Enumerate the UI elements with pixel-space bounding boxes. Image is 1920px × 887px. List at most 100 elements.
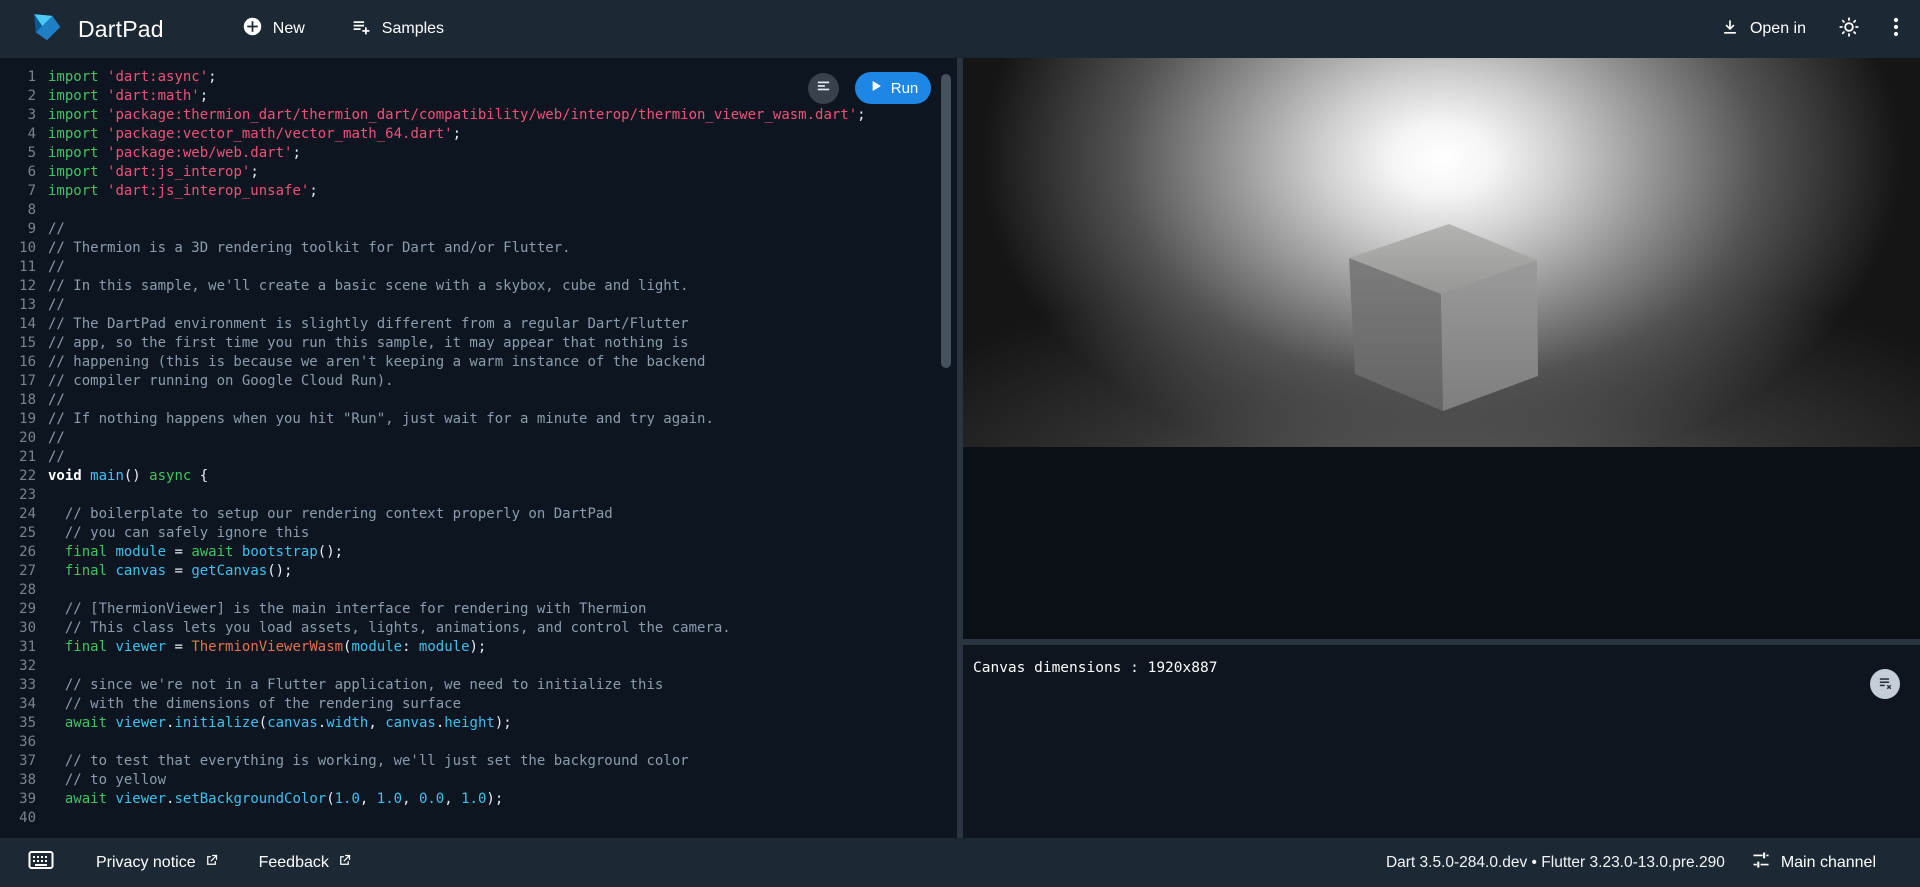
code-editor[interactable]: 1import 'dart:async';2import 'dart:math'… — [0, 58, 957, 838]
code-line: 30 // This class lets you load assets, l… — [0, 619, 957, 638]
code-token: = — [166, 639, 191, 655]
line-number: 38 — [0, 771, 36, 790]
code-token: final — [65, 639, 107, 655]
code-token: 1.0 — [335, 791, 360, 807]
code-token: // The DartPad environment is slightly d… — [48, 316, 689, 332]
run-label: Run — [891, 80, 919, 97]
line-number: 3 — [0, 106, 36, 125]
code-token: ; — [453, 126, 461, 142]
code-line: 21// — [0, 448, 957, 467]
code-token: // If nothing happens when you hit "Run"… — [48, 411, 714, 427]
code-token: ; — [208, 69, 216, 85]
line-number: 28 — [0, 581, 36, 600]
line-number: 19 — [0, 410, 36, 429]
line-number: 10 — [0, 239, 36, 258]
code-token — [48, 563, 65, 579]
line-number: 18 — [0, 391, 36, 410]
code-token: ( — [326, 791, 334, 807]
format-icon — [815, 78, 832, 100]
code-token: // In this sample, we'll create a basic … — [48, 278, 689, 294]
line-number: 31 — [0, 638, 36, 657]
code-token: , — [402, 791, 419, 807]
channel-label: Main channel — [1781, 854, 1876, 872]
download-icon — [1720, 17, 1740, 42]
code-token: // — [48, 430, 65, 446]
code-token: await — [65, 715, 107, 731]
code-line: 15// app, so the first time you run this… — [0, 334, 957, 353]
code-token: canvas — [385, 715, 436, 731]
code-token: height — [444, 715, 495, 731]
code-token: import — [48, 107, 107, 123]
code-token: import — [48, 183, 107, 199]
code-token — [48, 715, 65, 731]
clear-console-icon — [1877, 674, 1894, 695]
editor-scrollbar[interactable] — [941, 74, 951, 368]
format-button[interactable] — [808, 73, 839, 104]
render-viewport[interactable] — [963, 58, 1920, 447]
code-line: 25 // you can safely ignore this — [0, 524, 957, 543]
line-number: 36 — [0, 733, 36, 752]
code-token: ); — [486, 791, 503, 807]
code-token: bootstrap — [242, 544, 318, 560]
version-text: Dart 3.5.0-284.0.dev • Flutter 3.23.0-13… — [1386, 854, 1725, 872]
code-line: 20// — [0, 429, 957, 448]
code-token: () — [124, 468, 149, 484]
code-token: ; — [250, 164, 258, 180]
keyboard-shortcuts-button[interactable] — [28, 850, 54, 875]
code-token: (); — [318, 544, 343, 560]
app-title: DartPad — [78, 16, 164, 43]
line-number: 11 — [0, 258, 36, 277]
line-number: 40 — [0, 809, 36, 828]
external-link-icon — [204, 853, 219, 873]
open-in-button[interactable]: Open in — [1720, 17, 1806, 42]
brand[interactable]: DartPad — [30, 10, 164, 49]
code-line: 34 // with the dimensions of the renderi… — [0, 695, 957, 714]
code-token: import — [48, 164, 107, 180]
line-number: 33 — [0, 676, 36, 695]
new-button[interactable]: New — [242, 16, 305, 42]
line-number: 5 — [0, 144, 36, 163]
cube-3d — [963, 58, 1920, 447]
code-token: // you can safely ignore this — [48, 525, 309, 541]
code-token: canvas — [115, 563, 166, 579]
code-token: import — [48, 126, 107, 142]
samples-button[interactable]: Samples — [351, 16, 444, 42]
run-button[interactable]: Run — [855, 72, 931, 104]
code-token: , — [360, 791, 377, 807]
code-token: 'dart:math' — [107, 88, 200, 104]
code-token: = — [166, 563, 191, 579]
external-link-icon — [337, 853, 352, 873]
code-token: { — [191, 468, 208, 484]
privacy-notice-link[interactable]: Privacy notice — [96, 853, 219, 873]
code-token: await — [65, 791, 107, 807]
plus-circle-icon — [242, 16, 263, 42]
code-line: 32 — [0, 657, 957, 676]
channel-selector[interactable]: Main channel — [1751, 850, 1876, 875]
code-token — [233, 544, 241, 560]
code-token: // happening (this is because we aren't … — [48, 354, 705, 370]
code-line: 39 await viewer.setBackgroundColor(1.0, … — [0, 790, 957, 809]
code-token: module — [351, 639, 402, 655]
feedback-link[interactable]: Feedback — [259, 853, 352, 873]
code-token: = — [166, 544, 191, 560]
clear-console-button[interactable] — [1870, 669, 1900, 699]
code-line: 5import 'package:web/web.dart'; — [0, 144, 957, 163]
line-number: 37 — [0, 752, 36, 771]
theme-toggle-button[interactable] — [1838, 16, 1860, 43]
code-token: // Thermion is a 3D rendering toolkit fo… — [48, 240, 571, 256]
code-token: ( — [259, 715, 267, 731]
code-token: 'dart:js_interop' — [107, 164, 250, 180]
code-line: 37 // to test that everything is working… — [0, 752, 957, 771]
code-line: 24 // boilerplate to setup our rendering… — [0, 505, 957, 524]
code-line: 19 // If nothing happens when you hit "Ru… — [0, 410, 957, 429]
code-token: // — [48, 221, 65, 237]
code-token: ThermionViewerWasm — [191, 639, 343, 655]
line-number: 15 — [0, 334, 36, 353]
code-token: // compiler running on Google Cloud Run)… — [48, 373, 394, 389]
kebab-menu-icon — [1892, 15, 1900, 44]
overflow-menu-button[interactable] — [1892, 15, 1900, 44]
code-token: // with the dimensions of the rendering … — [48, 696, 461, 712]
status-bar: Privacy notice Feedback Dart 3.5.0-284.0… — [0, 838, 1920, 887]
code-token: width — [326, 715, 368, 731]
code-token: setBackgroundColor — [174, 791, 326, 807]
